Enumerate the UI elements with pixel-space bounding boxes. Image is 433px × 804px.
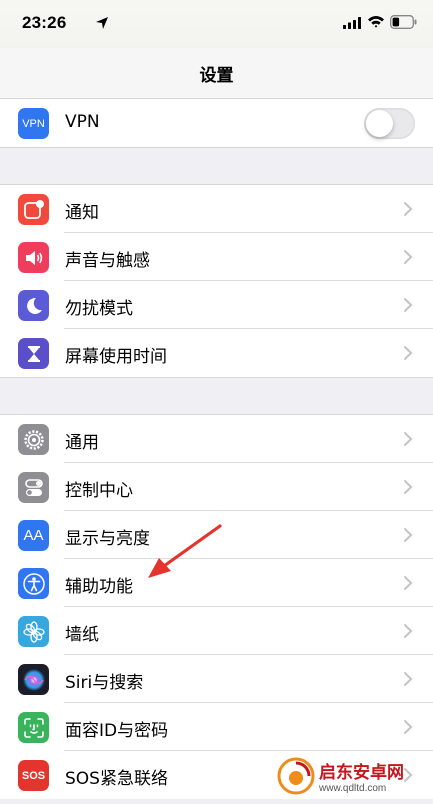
settings-row-label: Siri与搜索 bbox=[65, 673, 144, 693]
settings-group-network: VPN VPN bbox=[0, 99, 433, 148]
settings-row-control-center[interactable]: 控制中心 bbox=[0, 463, 433, 511]
settings-row-notifications[interactable]: 通知 bbox=[0, 185, 433, 233]
watermark-logo-icon bbox=[277, 757, 315, 795]
toggles-icon bbox=[18, 472, 49, 503]
settings-row-label: 控制中心 bbox=[65, 481, 133, 501]
settings-row-label: 墙纸 bbox=[65, 625, 99, 645]
location-arrow-icon bbox=[96, 17, 108, 29]
text-size-icon: AA bbox=[18, 520, 49, 551]
settings-row-screen-time[interactable]: 屏幕使用时间 bbox=[0, 329, 433, 377]
watermark-title: 启东安卓网 bbox=[319, 763, 404, 783]
chevron-right-icon bbox=[404, 250, 413, 264]
flower-icon bbox=[18, 616, 49, 647]
settings-row-faceid-passcode[interactable]: 面容ID与密码 bbox=[0, 703, 433, 751]
watermark-url: www.qdltd.com bbox=[319, 783, 387, 794]
settings-row-label: 面容ID与密码 bbox=[65, 721, 169, 741]
battery-icon bbox=[390, 15, 417, 29]
chevron-right-icon bbox=[404, 720, 413, 734]
chevron-right-icon bbox=[404, 432, 413, 446]
settings-row-siri-search[interactable]: Siri与搜索 bbox=[0, 655, 433, 703]
chevron-right-icon bbox=[404, 346, 413, 360]
navigation-bar: 设置 bbox=[0, 48, 433, 99]
accessibility-icon bbox=[18, 568, 49, 599]
chevron-right-icon bbox=[404, 480, 413, 494]
page-title: 设置 bbox=[199, 66, 234, 85]
settings-row-label: 辅助功能 bbox=[65, 577, 133, 597]
watermark: 启东安卓网 www.qdltd.com bbox=[277, 752, 427, 800]
chevron-right-icon bbox=[404, 624, 413, 638]
settings-row-label: 屏幕使用时间 bbox=[65, 347, 167, 367]
settings-group-general: 通用 控制中心 AA 显示与亮度 辅助功能 墙纸 Siri与搜索 面容ID与密码… bbox=[0, 414, 433, 799]
annotation-arrow-icon bbox=[148, 524, 222, 578]
faceid-icon bbox=[18, 712, 49, 743]
gear-icon bbox=[18, 424, 49, 455]
settings-row-label: 通知 bbox=[65, 203, 99, 223]
chevron-right-icon bbox=[404, 528, 413, 542]
settings-row-label: VPN bbox=[65, 112, 100, 132]
chevron-right-icon bbox=[404, 298, 413, 312]
settings-row-label: 声音与触感 bbox=[65, 251, 150, 271]
settings-row-general[interactable]: 通用 bbox=[0, 415, 433, 463]
chevron-right-icon bbox=[404, 202, 413, 216]
settings-row-label: 通用 bbox=[65, 433, 99, 453]
speaker-icon bbox=[18, 242, 49, 273]
watermark-text: 启东安卓网 www.qdltd.com bbox=[319, 758, 404, 794]
settings-group-alerts: 通知 声音与触感 勿扰模式 屏幕使用时间 bbox=[0, 184, 433, 378]
chevron-right-icon bbox=[404, 672, 413, 686]
settings-row-label: 勿扰模式 bbox=[65, 299, 133, 319]
vpn-icon: VPN bbox=[18, 108, 49, 139]
hourglass-icon bbox=[18, 338, 49, 369]
settings-row-vpn: VPN VPN bbox=[0, 99, 433, 147]
toggle-knob bbox=[366, 110, 393, 137]
moon-icon bbox=[18, 290, 49, 321]
chevron-right-icon bbox=[404, 576, 413, 590]
status-bar: 23:26 bbox=[0, 0, 433, 48]
siri-icon bbox=[18, 664, 49, 695]
status-time: 23:26 bbox=[22, 13, 67, 32]
settings-row-sounds[interactable]: 声音与触感 bbox=[0, 233, 433, 281]
notification-icon bbox=[18, 194, 49, 225]
settings-row-label: 显示与亮度 bbox=[65, 529, 150, 549]
vpn-toggle[interactable] bbox=[364, 108, 415, 139]
wifi-icon bbox=[368, 16, 384, 28]
settings-row-do-not-disturb[interactable]: 勿扰模式 bbox=[0, 281, 433, 329]
sos-icon: SOS bbox=[18, 760, 49, 791]
settings-row-label: SOS紧急联络 bbox=[65, 769, 168, 789]
settings-row-wallpaper[interactable]: 墙纸 bbox=[0, 607, 433, 655]
cellular-signal-icon bbox=[343, 17, 361, 29]
